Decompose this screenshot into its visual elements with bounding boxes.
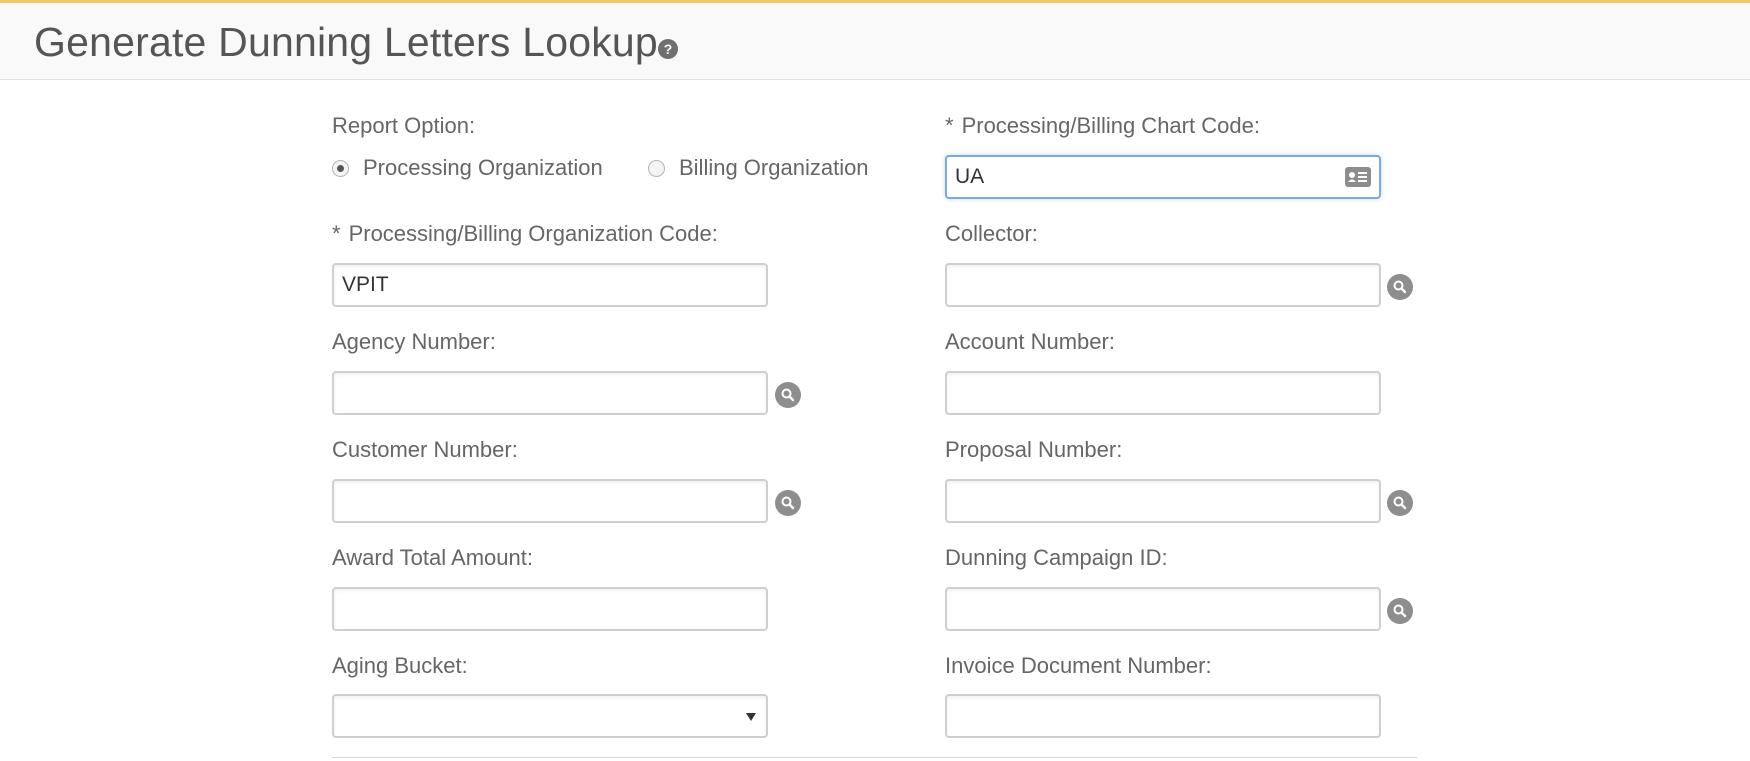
award-total-amount-input[interactable]	[332, 587, 768, 631]
agency-number-input[interactable]	[332, 371, 768, 415]
agency-number-search-icon[interactable]	[775, 382, 801, 408]
section-divider	[332, 757, 1417, 758]
agency-number-label: Agency Number:	[332, 329, 496, 354]
radio-label-billing-organization: Billing Organization	[679, 155, 869, 180]
customer-number-label: Customer Number:	[332, 437, 518, 462]
address-card-icon[interactable]	[1345, 167, 1371, 187]
radio-button-checked[interactable]	[332, 160, 349, 177]
org-code-input[interactable]	[332, 263, 768, 307]
dropdown-arrow-icon	[746, 713, 756, 721]
question-circle-icon[interactable]: ?	[658, 39, 678, 59]
org-code-label: * Processing/Billing Organization Code:	[332, 221, 718, 247]
collector-input[interactable]	[945, 263, 1381, 307]
report-option-label: Report Option:	[332, 113, 476, 138]
proposal-number-search-icon[interactable]	[1387, 490, 1413, 516]
aging-bucket-select[interactable]	[332, 694, 768, 738]
required-marker: *	[332, 221, 341, 246]
collector-search-icon[interactable]	[1387, 274, 1413, 300]
org-code-label-text: Processing/Billing Organization Code:	[348, 221, 718, 246]
page-title: Generate Dunning Letters Lookup	[34, 19, 658, 65]
dunning-campaign-id-search-icon[interactable]	[1387, 598, 1413, 624]
aging-bucket-label: Aging Bucket:	[332, 653, 468, 678]
chart-code-label: * Processing/Billing Chart Code:	[945, 113, 1260, 139]
customer-number-input[interactable]	[332, 479, 768, 523]
collector-label: Collector:	[945, 221, 1038, 246]
award-total-amount-label: Award Total Amount:	[332, 545, 533, 570]
customer-number-search-icon[interactable]	[775, 490, 801, 516]
dunning-campaign-id-input[interactable]	[945, 587, 1381, 631]
invoice-document-number-label: Invoice Document Number:	[945, 653, 1212, 678]
chart-code-label-text: Processing/Billing Chart Code:	[961, 113, 1260, 138]
page-header: Generate Dunning Letters Lookup ?	[0, 0, 1750, 80]
account-number-input[interactable]	[945, 371, 1381, 415]
chart-code-input[interactable]	[945, 155, 1381, 199]
radio-button-unchecked[interactable]	[648, 160, 665, 177]
invoice-document-number-input[interactable]	[945, 694, 1381, 738]
dunning-campaign-id-label: Dunning Campaign ID:	[945, 545, 1168, 570]
proposal-number-label: Proposal Number:	[945, 437, 1123, 462]
proposal-number-input[interactable]	[945, 479, 1381, 523]
radio-label-processing-organization: Processing Organization	[363, 155, 603, 180]
page: Generate Dunning Letters Lookup ? Report…	[0, 0, 1750, 761]
required-marker: *	[945, 113, 954, 138]
account-number-label: Account Number:	[945, 329, 1115, 354]
